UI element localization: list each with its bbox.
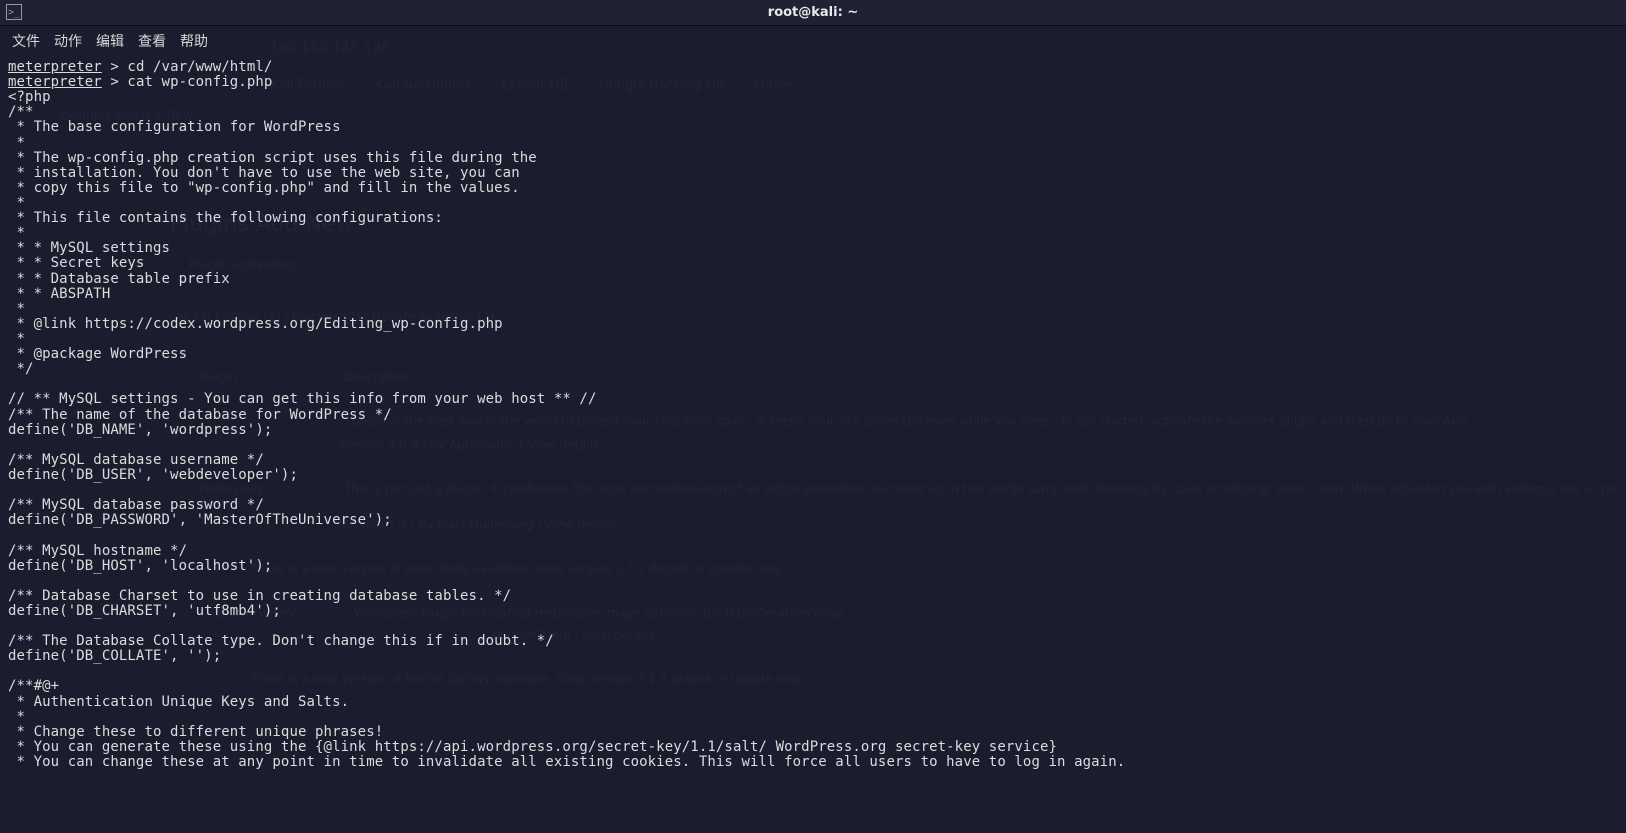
menu-actions[interactable]: 动作 — [54, 31, 82, 51]
prompt-sep-1: > — [102, 59, 128, 75]
menubar: 文件 动作 编辑 查看 帮助 — [0, 26, 1626, 56]
menu-file[interactable]: 文件 — [12, 31, 40, 51]
terminal-icon: >_ — [6, 4, 22, 20]
window-title: root@kali: ~ — [768, 5, 858, 20]
terminal-output[interactable]: meterpreter > cd /var/www/html/ meterpre… — [0, 56, 1626, 778]
menu-edit[interactable]: 编辑 — [96, 31, 124, 51]
command-1: cd /var/www/html/ — [127, 59, 272, 75]
window-titlebar[interactable]: >_ root@kali: ~ — [0, 0, 1626, 26]
command-2: cat wp-config.php — [127, 74, 272, 90]
prompt-sep-2: > — [102, 74, 128, 90]
prompt-2: meterpreter — [8, 74, 102, 90]
menu-view[interactable]: 查看 — [138, 31, 166, 51]
prompt-1: meterpreter — [8, 59, 102, 75]
file-output: <?php /** * The base configuration for W… — [8, 89, 1125, 770]
menu-help[interactable]: 帮助 — [180, 31, 208, 51]
